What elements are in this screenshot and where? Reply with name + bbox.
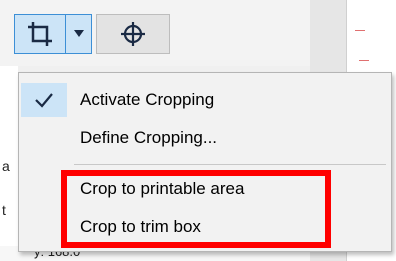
target-button[interactable] (96, 14, 170, 54)
menu-item-label: Activate Cropping (80, 90, 215, 109)
menu-item-activate-cropping[interactable]: Activate Cropping (19, 82, 391, 118)
menu-item-define-cropping[interactable]: Define Cropping... (19, 120, 391, 156)
left-panel: a t (0, 66, 18, 261)
menu-separator (74, 164, 386, 165)
peek-text-2: t (2, 202, 6, 218)
crop-button[interactable] (14, 14, 66, 54)
peek-text-1: a (2, 158, 10, 174)
checkmark-icon (35, 93, 53, 108)
crop-icon (28, 22, 52, 46)
checked-indicator (21, 83, 67, 117)
caret-down-icon (73, 30, 84, 37)
crop-dropdown-menu: Activate Cropping Define Cropping... Cro… (18, 72, 392, 252)
menu-item-label: Define Cropping... (80, 128, 218, 147)
toolbar (0, 0, 330, 66)
highlight-annotation-box (61, 170, 331, 248)
crosshair-target-icon (121, 22, 145, 46)
crop-dropdown-button[interactable] (66, 14, 92, 54)
